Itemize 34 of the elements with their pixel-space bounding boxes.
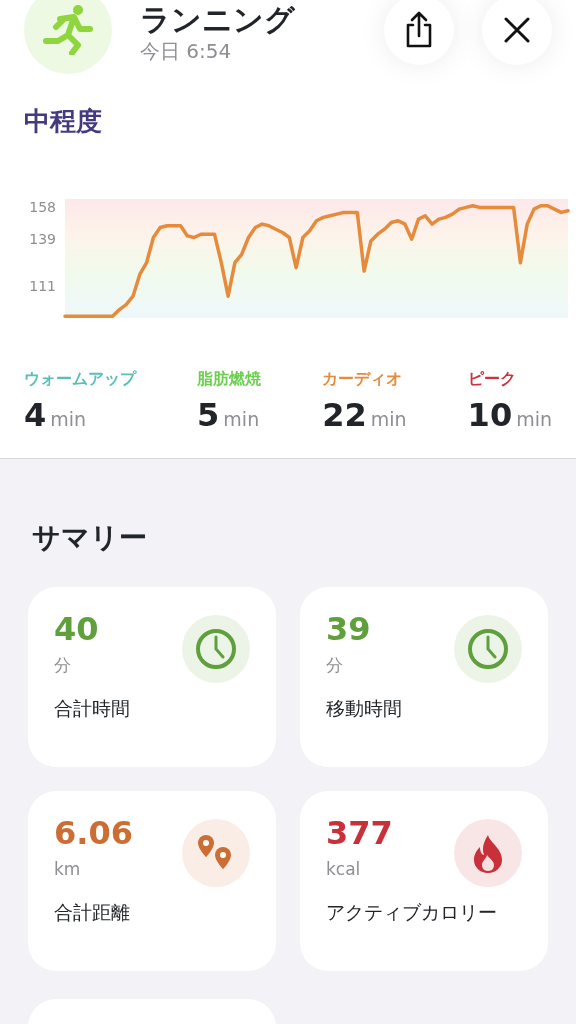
axis-tick-label: 139 bbox=[29, 231, 56, 248]
zone-minutes: 10 bbox=[467, 399, 513, 431]
unit-label: min bbox=[516, 407, 552, 432]
workout-title: ランニング bbox=[140, 2, 296, 36]
unit-label: km bbox=[54, 857, 82, 881]
unit-label: min bbox=[50, 407, 87, 432]
clock-icon bbox=[466, 626, 510, 671]
unit-label: min bbox=[223, 407, 260, 432]
stat-label: 移動時間 bbox=[326, 696, 403, 721]
zone-label: 脂肪燃焼 bbox=[197, 368, 262, 390]
unit-label: 分 bbox=[54, 653, 72, 677]
stat-value: 39 bbox=[326, 612, 372, 645]
intensity-label: 中程度 bbox=[23, 105, 103, 138]
zone-minutes: 4 bbox=[24, 399, 47, 431]
zone-minutes: 5 bbox=[197, 399, 220, 431]
clock-icon bbox=[194, 626, 238, 671]
stat-value: 40 bbox=[54, 612, 100, 645]
axis-tick-label: 158 bbox=[29, 199, 56, 216]
unit-label: min bbox=[370, 407, 407, 432]
workout-time: 今日 6:54 bbox=[140, 37, 233, 65]
axis-tick-label: 111 bbox=[29, 278, 56, 295]
unit-label: 分 bbox=[326, 653, 344, 677]
stat-label: 合計距離 bbox=[54, 900, 131, 925]
zone-label: ピーク bbox=[467, 368, 517, 390]
stat-label: 合計時間 bbox=[54, 696, 131, 721]
close-icon bbox=[503, 16, 531, 44]
zone-label: ウォームアップ bbox=[24, 368, 136, 390]
stat-label: アクティブカロリー bbox=[326, 900, 498, 925]
stat-value: 377 bbox=[326, 816, 394, 849]
stat-value: 6.06 bbox=[54, 816, 134, 849]
unit-label: kcal bbox=[326, 857, 362, 881]
zone-minutes: 22 bbox=[322, 399, 367, 431]
summary-heading: サマリー bbox=[31, 519, 148, 556]
zone-label: カーディオ bbox=[322, 368, 404, 390]
